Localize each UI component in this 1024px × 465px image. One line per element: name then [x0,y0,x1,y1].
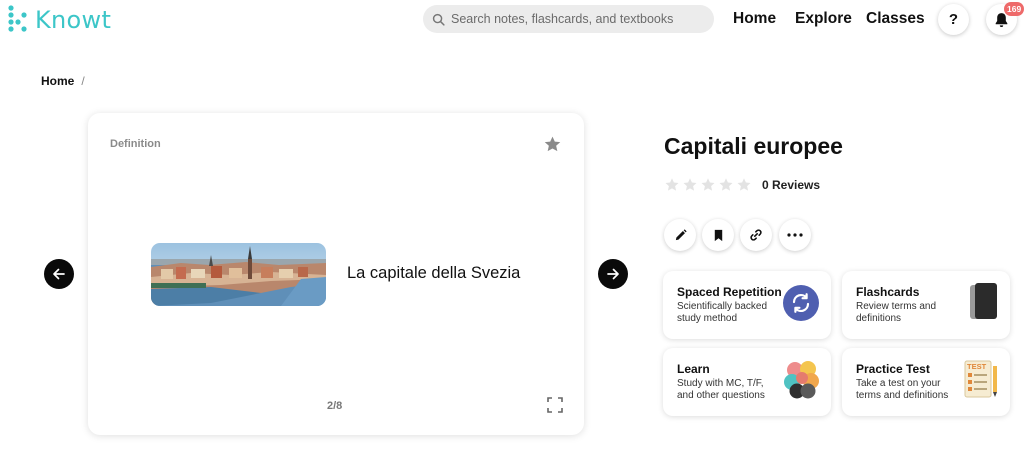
fullscreen-icon[interactable] [547,397,563,413]
flashcard-text: La capitale della Svezia [347,264,521,282]
mode-description: Scientifically backed study method [677,301,768,324]
rating-stars[interactable] [664,177,752,193]
nav-home[interactable]: Home [733,10,776,28]
mode-title: Flashcards [856,285,920,299]
flashcard-side-label: Definition [110,138,161,150]
arrow-right-icon [607,268,619,280]
copy-link-button[interactable] [740,219,772,251]
link-icon [750,229,762,241]
spaced-repetition-icon [783,285,819,321]
nav-classes[interactable]: Classes [866,10,925,28]
edit-button[interactable] [664,219,696,251]
flashcards-icon [970,283,997,319]
arrow-left-icon [53,268,65,280]
mode-title: Learn [677,362,710,376]
knowt-logo[interactable]: Knowt [8,5,111,35]
breadcrumb-separator: / [81,74,85,88]
flashcards-card[interactable]: Flashcards Review terms and definitions [842,271,1010,339]
search-input[interactable]: Search notes, flashcards, and textbooks [423,5,714,33]
help-button[interactable]: ? [938,4,969,35]
brain-icon [784,361,819,399]
mode-description: Review terms and definitions [856,301,937,324]
search-icon [432,13,445,26]
bookmark-icon [714,229,722,241]
mode-description: Study with MC, T/F, and other questions [677,378,765,401]
practice-test-card[interactable]: Practice Test Take a test on your terms … [842,348,1010,416]
star-icon [683,178,697,191]
city-photo [151,243,326,306]
reviews-count[interactable]: 0 Reviews [762,178,820,192]
flashcard-image [151,243,326,306]
rating: 0 Reviews [664,177,820,193]
set-title: Capitali europee [664,133,843,159]
star-icon [719,178,733,191]
more-options-button[interactable] [779,219,811,251]
star-icon [737,178,751,191]
notification-count-badge: 169 [1004,2,1024,16]
favorite-star-icon[interactable] [543,135,562,154]
previous-card-button[interactable] [44,259,74,289]
test-paper-icon: TEST [964,360,997,398]
mode-title: Practice Test [856,362,930,376]
search-placeholder: Search notes, flashcards, and textbooks [451,12,674,26]
knowt-logo-icon [8,5,27,32]
breadcrumb-home[interactable]: Home [41,74,74,88]
learn-card[interactable]: Learn Study with MC, T/F, and other ques… [663,348,831,416]
star-icon [665,178,679,191]
mode-description: Take a test on your terms and definition… [856,378,949,401]
next-card-button[interactable] [598,259,628,289]
bookmark-button[interactable] [702,219,734,251]
logo-text: Knowt [35,6,112,34]
flashcard[interactable]: Definition La capitale della Svezia 2/8 [88,113,584,435]
mode-title: Spaced Repetition [677,285,782,299]
star-icon [701,178,715,191]
card-counter: 2/8 [327,400,343,412]
pencil-icon [675,228,687,240]
spaced-repetition-card[interactable]: Spaced Repetition Scientifically backed … [663,271,831,339]
help-icon: ? [948,11,959,28]
more-icon [787,233,803,237]
nav-explore[interactable]: Explore [795,10,852,28]
breadcrumb: Home / [41,74,85,88]
svg-text:TEST: TEST [967,362,987,371]
top-header: Knowt Search notes, flashcards, and text… [0,0,1024,40]
